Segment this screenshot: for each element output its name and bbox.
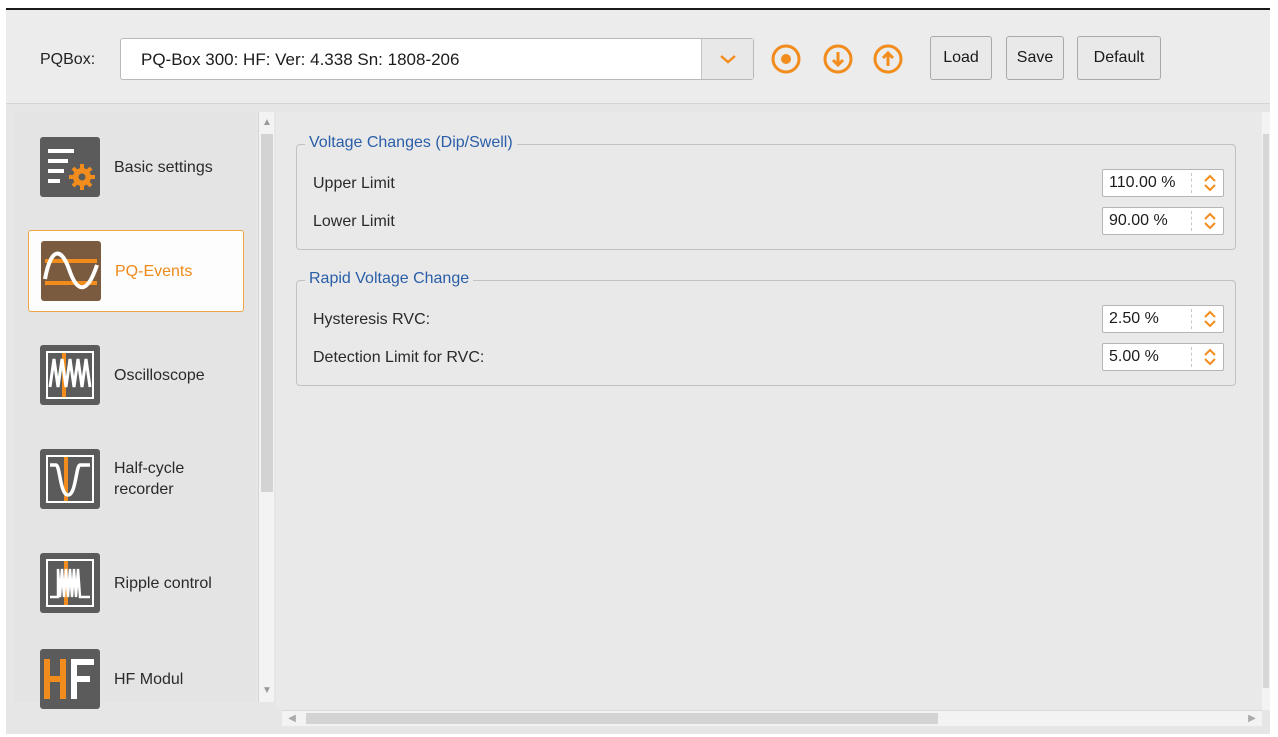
main-scroll-thumb[interactable]: [1263, 134, 1269, 688]
spin-up-down-icon[interactable]: [1200, 173, 1220, 193]
detection-limit-rvc-spinbox[interactable]: 5.00 %: [1102, 343, 1224, 371]
upper-limit-spinbox[interactable]: 110.00 %: [1102, 169, 1224, 197]
sidebar-item-ripple-control[interactable]: Ripple control: [28, 542, 244, 624]
voltage-changes-group: Voltage Changes (Dip/Swell) Upper Limit …: [296, 134, 1236, 250]
basic-settings-icon: [40, 137, 100, 197]
rapid-voltage-change-group: Rapid Voltage Change Hysteresis RVC: 2.5…: [296, 270, 1236, 386]
default-button[interactable]: Default: [1077, 36, 1161, 80]
pq-events-icon: [41, 241, 101, 301]
sidebar-item-label: Oscilloscope: [114, 366, 205, 384]
half-cycle-recorder-icon: [40, 449, 100, 509]
hysteresis-rvc-value: 2.50 %: [1109, 310, 1159, 327]
lower-limit-spinbox[interactable]: 90.00 %: [1102, 207, 1224, 235]
upper-limit-value: 110.00 %: [1109, 174, 1176, 191]
record-icon[interactable]: [770, 43, 802, 75]
group-title: Voltage Changes (Dip/Swell): [305, 134, 517, 152]
scroll-right-arrow-icon[interactable]: ▶: [1244, 711, 1260, 726]
main-horizontal-scrollbar[interactable]: ◀ ▶: [282, 710, 1262, 726]
hysteresis-rvc-spinbox[interactable]: 2.50 %: [1102, 305, 1224, 333]
spin-up-down-icon[interactable]: [1200, 347, 1220, 367]
hysteresis-rvc-label: Hysteresis RVC:: [313, 311, 431, 328]
device-select-value: PQ-Box 300: HF: Ver: 4.338 Sn: 1808-206: [141, 50, 460, 69]
scroll-down-arrow-icon[interactable]: ▼: [260, 682, 274, 700]
main-vertical-scrollbar[interactable]: [1262, 112, 1270, 710]
upper-limit-label: Upper Limit: [313, 175, 395, 192]
ripple-control-icon: [40, 553, 100, 613]
device-select-dropdown-button[interactable]: [701, 39, 753, 79]
spin-up-down-icon[interactable]: [1200, 309, 1220, 329]
detection-limit-rvc-label: Detection Limit for RVC:: [313, 349, 485, 366]
sidebar-item-half-cycle-recorder[interactable]: Half-cycle recorder: [28, 438, 244, 520]
sidebar-item-label: HF Modul: [114, 670, 184, 688]
sidebar-item-label: PQ-Events: [115, 262, 193, 280]
lower-limit-value: 90.00 %: [1109, 212, 1168, 229]
sidebar-item-label: Half-cycle recorder: [114, 460, 185, 498]
sidebar-item-basic-settings[interactable]: Basic settings: [28, 126, 244, 208]
sidebar-item-label: Basic settings: [114, 158, 213, 176]
detection-limit-rvc-value: 5.00 %: [1109, 348, 1159, 365]
toolbar: PQBox: PQ-Box 300: HF: Ver: 4.338 Sn: 18…: [6, 10, 1270, 104]
sidebar-item-label: Ripple control: [114, 574, 212, 592]
sidebar-item-oscilloscope[interactable]: Oscilloscope: [28, 334, 244, 416]
settings-panel: Voltage Changes (Dip/Swell) Upper Limit …: [276, 112, 1262, 710]
sidebar-item-hf-modul[interactable]: HF Modul: [28, 638, 244, 720]
sidebar-scrollbar[interactable]: ▲ ▼: [258, 112, 274, 702]
hf-modul-icon: [40, 649, 100, 709]
oscilloscope-icon: [40, 345, 100, 405]
load-button[interactable]: Load: [930, 36, 992, 80]
sidebar: Basic settings PQ-Events Oscilloscope Ha…: [14, 112, 256, 709]
group-title: Rapid Voltage Change: [305, 270, 474, 288]
device-select[interactable]: PQ-Box 300: HF: Ver: 4.338 Sn: 1808-206: [120, 38, 754, 80]
sidebar-scroll-thumb[interactable]: [261, 134, 273, 492]
save-button[interactable]: Save: [1006, 36, 1064, 80]
download-icon[interactable]: [822, 43, 854, 75]
chevron-down-icon: [719, 55, 736, 64]
scroll-up-arrow-icon[interactable]: ▲: [260, 114, 274, 132]
scroll-left-arrow-icon[interactable]: ◀: [284, 711, 300, 726]
device-label: PQBox:: [40, 51, 96, 68]
spin-up-down-icon[interactable]: [1200, 211, 1220, 231]
app-window: PQBox: PQ-Box 300: HF: Ver: 4.338 Sn: 18…: [6, 8, 1270, 734]
horizontal-scroll-thumb[interactable]: [306, 713, 938, 724]
upload-icon[interactable]: [872, 43, 904, 75]
lower-limit-label: Lower Limit: [313, 213, 395, 230]
sidebar-item-pq-events[interactable]: PQ-Events: [28, 230, 244, 312]
